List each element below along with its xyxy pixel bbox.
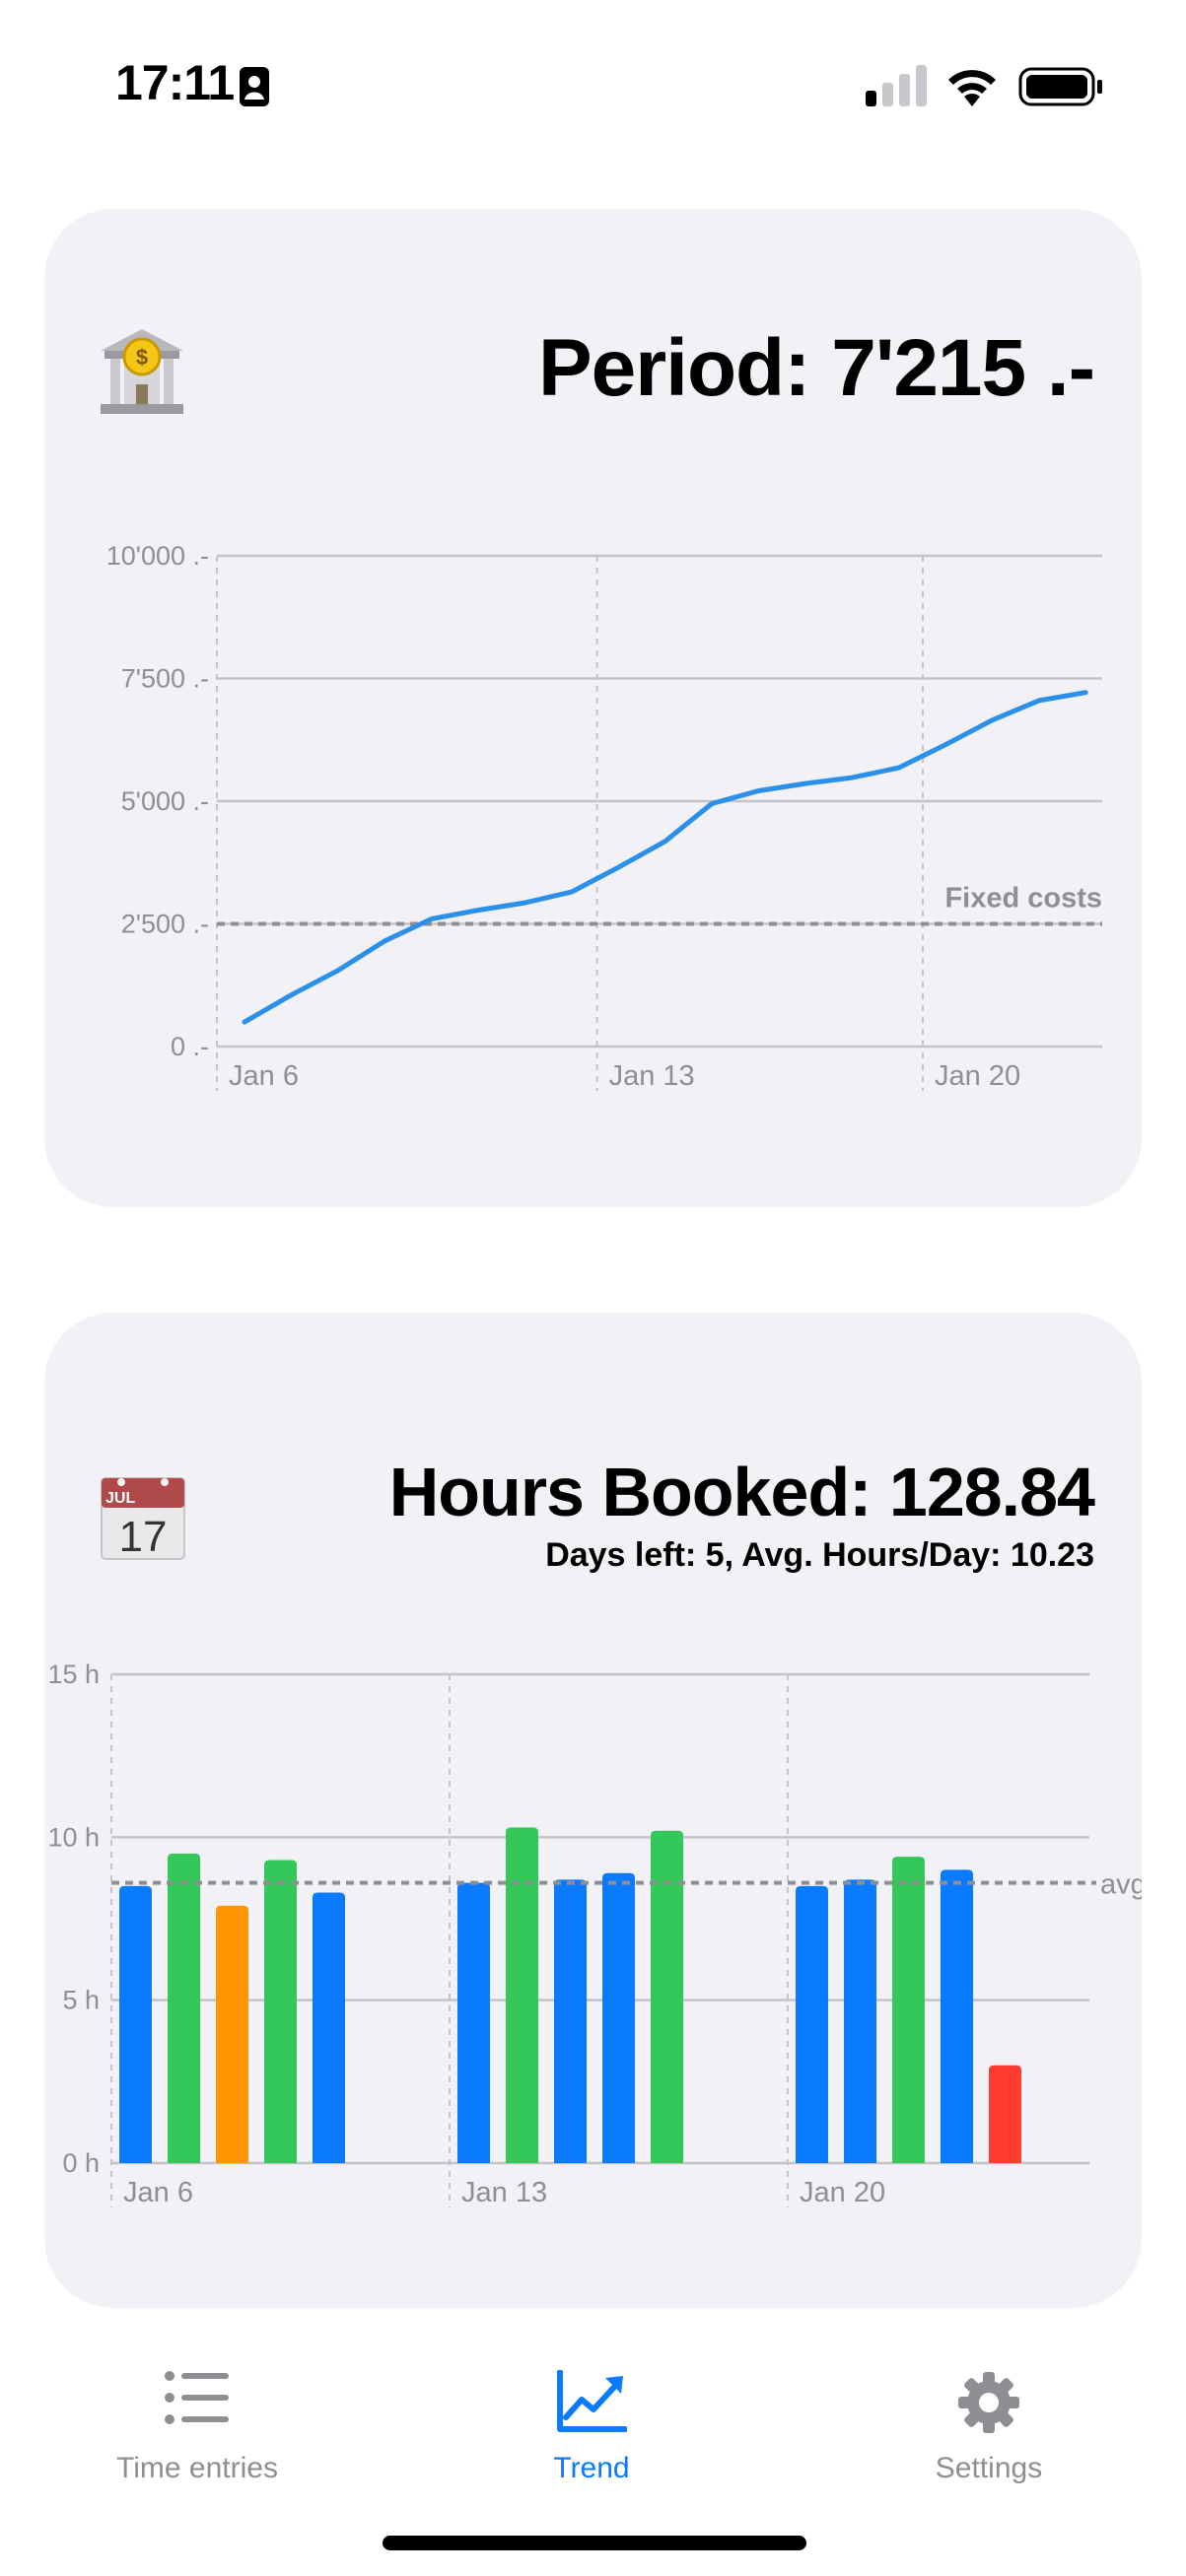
status-bar: 17:11 — [0, 0, 1186, 168]
hours-bar — [457, 1882, 490, 2163]
hours-bar — [651, 1830, 683, 2163]
y-tick-label: 2'500 .- — [121, 910, 209, 939]
hours-bar — [119, 1885, 152, 2163]
hours-bar — [506, 1827, 538, 2163]
gear-icon — [958, 2372, 1019, 2433]
fixed-costs-label: Fixed costs — [944, 883, 1102, 915]
x-tick-label: Jan 20 — [800, 2177, 885, 2208]
y-tick-label: 5'000 .- — [121, 786, 209, 816]
hours-bar — [892, 1857, 925, 2163]
y-tick-label: 0 .- — [171, 1032, 209, 1061]
hours-card: JUL 17 Hours Booked: 128.84 Days left: 5… — [44, 1313, 1142, 2308]
y-tick-label: 10'000 .- — [106, 541, 209, 571]
tab-settings[interactable]: Settings — [841, 2311, 1137, 2508]
revenue-card: $ Period: 7'215 .- 10'000 .- 7'500 .- 5'00… — [44, 209, 1142, 1207]
x-tick-label: Jan 6 — [123, 2177, 193, 2208]
hours-bar — [796, 1885, 828, 2163]
avg-label: avg — [1100, 1869, 1142, 1901]
revenue-line — [242, 690, 1088, 1025]
wifi-icon — [944, 65, 1000, 111]
hours-bar — [216, 1905, 248, 2163]
x-tick-label: Jan 20 — [935, 1060, 1020, 1092]
x-tick-label: Jan 6 — [229, 1060, 299, 1092]
hours-bar — [264, 1860, 297, 2163]
x-tick-label: Jan 13 — [461, 2177, 547, 2208]
y-tick-label: 15 h — [47, 1660, 100, 1689]
x-tick-label: Jan 13 — [609, 1060, 695, 1092]
revenue-chart: 10'000 .- 7'500 .- 5'000 .- 2'500 .- 0 .- Jan… — [106, 541, 1102, 1092]
hours-bar — [844, 1879, 876, 2163]
cellular-signal-icon — [866, 65, 927, 111]
hours-bar — [313, 1892, 345, 2163]
contact-card-icon — [239, 66, 270, 112]
y-tick-label: 5 h — [62, 1986, 100, 2015]
tab-label-time-entries: Time entries — [116, 2452, 278, 2484]
hours-bar — [602, 1872, 635, 2163]
status-time: 17:11 — [115, 55, 235, 110]
hours-bar — [554, 1879, 587, 2163]
hours-chart: 15 h 10 h 5 h 0 h Jan 6 Jan 13 Jan 20 avg — [47, 1660, 1142, 2208]
battery-icon — [1018, 67, 1103, 111]
tab-label-settings: Settings — [935, 2452, 1043, 2484]
tab-label-trend: Trend — [553, 2452, 630, 2484]
y-tick-label: 0 h — [62, 2148, 100, 2178]
tab-time-entries[interactable]: Time entries — [49, 2311, 345, 2508]
hours-bar — [941, 1869, 973, 2163]
list-icon — [165, 2371, 229, 2424]
chart-line-icon — [557, 2370, 627, 2432]
home-indicator[interactable] — [383, 2536, 806, 2550]
hours-bar — [168, 1853, 200, 2163]
y-tick-label: 10 h — [47, 1822, 100, 1852]
tab-trend[interactable]: Trend — [444, 2311, 739, 2508]
hours-bar — [989, 2065, 1021, 2163]
y-tick-label: 7'500 .- — [121, 664, 209, 694]
